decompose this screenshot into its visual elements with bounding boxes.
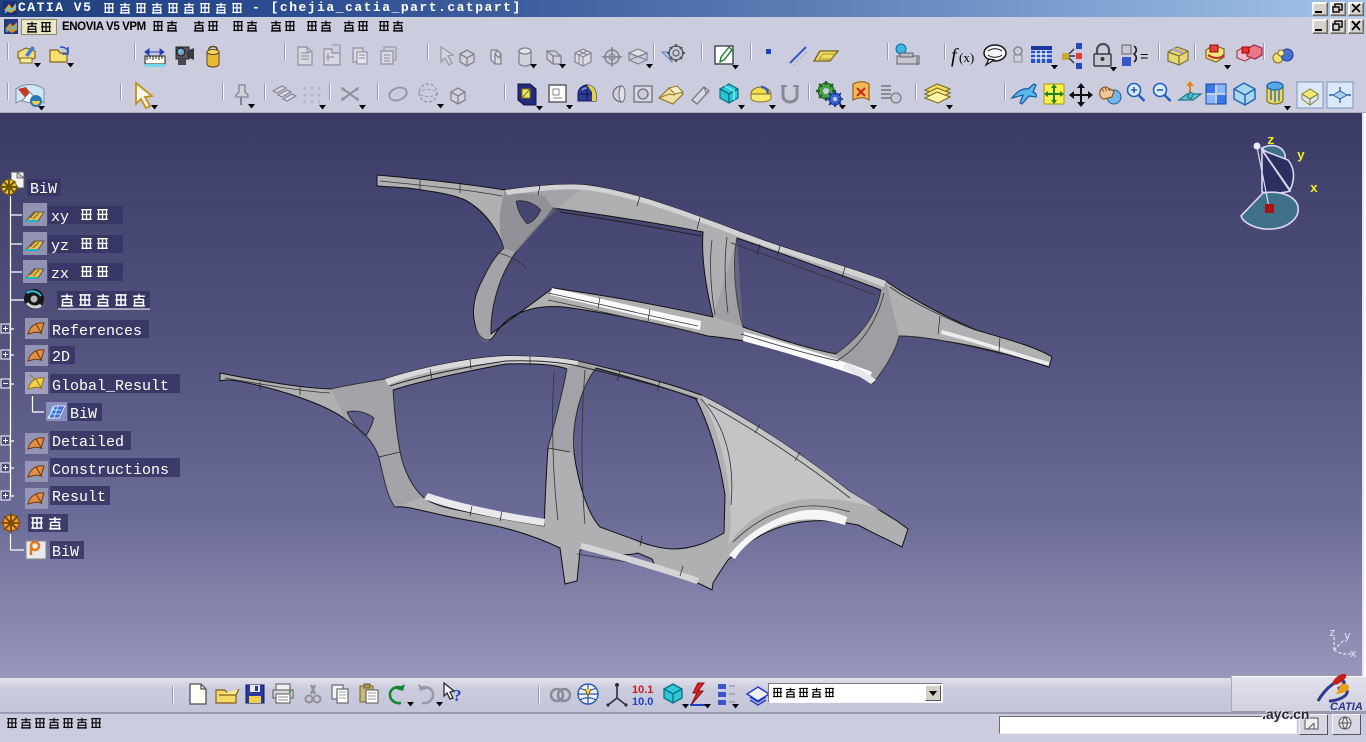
svg-text:Constructions: Constructions <box>52 462 169 479</box>
svg-text:f: f <box>951 45 959 67</box>
svg-text:Global_Result: Global_Result <box>52 378 169 395</box>
svg-text:?: ? <box>453 686 462 705</box>
svg-text:yz: yz <box>51 238 69 255</box>
svg-text:(x): (x) <box>959 50 974 65</box>
svg-text:Detailed: Detailed <box>52 434 124 451</box>
svg-text:x: x <box>1350 649 1357 661</box>
svg-text:z: z <box>1329 628 1336 640</box>
svg-text:y: y <box>1297 148 1305 163</box>
svg-text:BiW: BiW <box>52 544 79 561</box>
svg-text:BiW: BiW <box>70 406 97 423</box>
svg-text:x: x <box>1310 181 1318 196</box>
svg-text:z: z <box>1267 133 1275 148</box>
svg-text:y: y <box>1344 631 1351 643</box>
svg-text:Result: Result <box>52 489 106 506</box>
svg-text:BiW: BiW <box>30 181 57 198</box>
svg-text:2D: 2D <box>52 349 70 366</box>
svg-text:10.1: 10.1 <box>632 684 653 696</box>
svg-text:=: = <box>1140 50 1148 66</box>
svg-text:10.0: 10.0 <box>632 696 653 708</box>
svg-text:zx: zx <box>51 266 69 283</box>
svg-text:References: References <box>52 323 142 340</box>
svg-text:xy: xy <box>51 209 69 226</box>
